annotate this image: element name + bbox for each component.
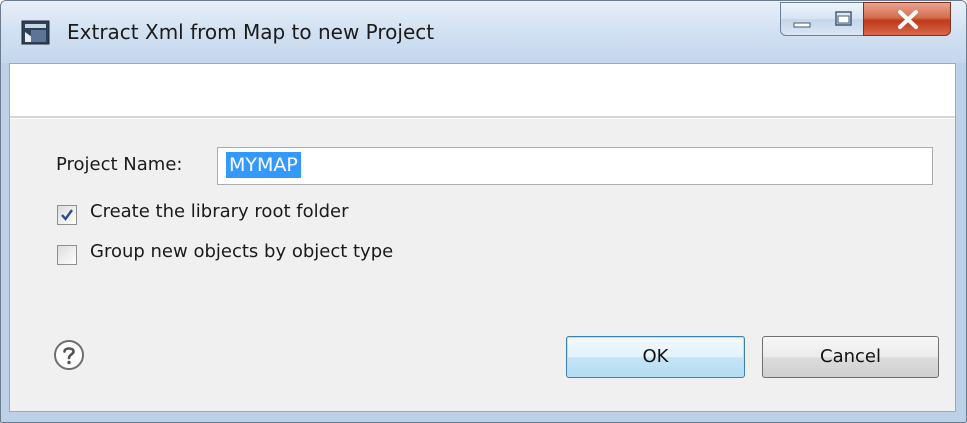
app-icon [21,20,51,46]
project-name-value: MYMAP [226,152,301,178]
dialog-body: Project Name: MYMAP Create the library r… [9,63,956,412]
close-icon [898,10,918,29]
minimize-icon [793,22,811,28]
cancel-button[interactable]: Cancel [762,336,939,378]
create-root-folder-label[interactable]: Create the library root folder [90,201,349,222]
checkmark-icon [61,209,73,221]
header-separator [10,116,955,119]
dialog-window: Extract Xml from Map to new Project Proj… [0,0,967,423]
group-by-type-checkbox[interactable] [57,245,77,265]
help-icon[interactable] [53,339,85,371]
ok-button[interactable]: OK [566,336,745,378]
close-button[interactable] [863,2,951,36]
maximize-icon [835,11,852,26]
group-by-type-label[interactable]: Group new objects by object type [90,241,393,262]
dialog-header-area [10,64,955,116]
title-bar[interactable]: Extract Xml from Map to new Project [1,1,966,63]
maximize-button[interactable] [823,2,864,36]
window-title: Extract Xml from Map to new Project [67,20,435,44]
project-name-label: Project Name: [56,154,183,175]
minimize-button[interactable] [780,2,824,36]
project-name-input[interactable]: MYMAP [217,147,933,185]
create-root-folder-checkbox[interactable] [57,205,77,225]
